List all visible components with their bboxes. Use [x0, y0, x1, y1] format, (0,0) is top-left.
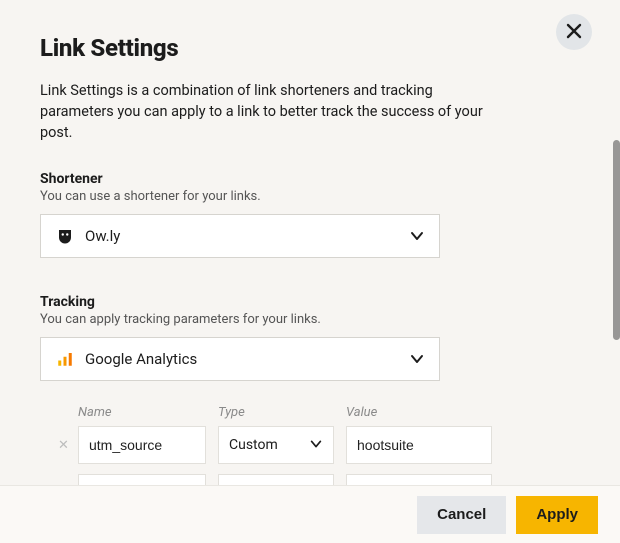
link-settings-dialog: Link Settings Link Settings is a combina… [0, 0, 620, 543]
tracking-params: Name Type Value ✕ Custom [40, 405, 580, 485]
param-row: ✕ Custom [58, 426, 580, 464]
param-type-select[interactable]: Custom [218, 474, 334, 485]
chevron-down-icon [309, 484, 323, 485]
tracking-section: Tracking You can apply tracking paramete… [40, 294, 580, 485]
google-analytics-icon [55, 349, 75, 369]
shortener-heading: Shortener [40, 171, 580, 187]
tracking-dropdown[interactable]: Google Analytics [40, 337, 440, 381]
scrollbar-thumb[interactable] [613, 140, 620, 340]
dialog-content: Link Settings Link Settings is a combina… [0, 0, 620, 485]
close-button[interactable] [556, 14, 592, 50]
owly-icon [55, 226, 75, 246]
chevron-down-icon [309, 436, 323, 455]
tracking-heading: Tracking [40, 294, 580, 310]
col-header-value: Value [346, 405, 492, 420]
tracking-subtext: You can apply tracking parameters for yo… [40, 312, 580, 327]
param-name-input[interactable] [78, 426, 206, 464]
apply-button[interactable]: Apply [516, 496, 598, 534]
remove-icon: ✕ [58, 437, 69, 452]
param-header-row: Name Type Value [58, 405, 580, 420]
shortener-section: Shortener You can use a shortener for yo… [40, 171, 580, 258]
chevron-down-icon [409, 351, 425, 367]
col-header-name: Name [78, 405, 218, 420]
dialog-description: Link Settings is a combination of link s… [40, 80, 500, 143]
col-header-type: Type [218, 405, 346, 420]
param-type-select[interactable]: Custom [218, 426, 334, 464]
shortener-subtext: You can use a shortener for your links. [40, 189, 580, 204]
tracking-selected-label: Google Analytics [85, 350, 409, 368]
param-row: ✕ Custom [58, 474, 580, 485]
chevron-down-icon [409, 228, 425, 244]
dialog-title: Link Settings [40, 34, 580, 62]
remove-param-button[interactable]: ✕ [58, 437, 78, 453]
param-value-input[interactable] [346, 426, 492, 464]
dialog-footer: Cancel Apply [0, 485, 620, 543]
param-type-label: Custom [229, 437, 309, 453]
param-value-input[interactable] [346, 474, 492, 485]
shortener-selected-label: Ow.ly [85, 227, 409, 245]
cancel-button[interactable]: Cancel [417, 496, 506, 534]
shortener-dropdown[interactable]: Ow.ly [40, 214, 440, 258]
close-icon [566, 23, 582, 42]
param-name-input[interactable] [78, 474, 206, 485]
